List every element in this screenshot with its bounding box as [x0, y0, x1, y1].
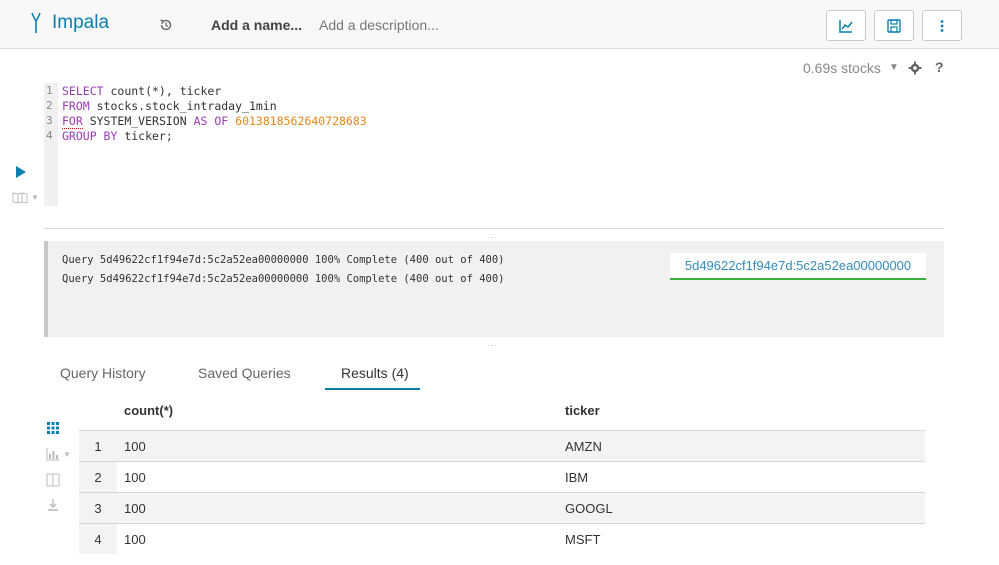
more-options-button[interactable]	[922, 10, 962, 41]
impala-logo-icon	[31, 12, 41, 33]
sql-keyword: SELECT	[62, 84, 104, 98]
download-icon[interactable]	[46, 498, 60, 512]
row-index: 3	[79, 493, 117, 523]
cell-ticker: GOOGL	[565, 500, 613, 516]
column-header-ticker[interactable]: ticker	[565, 403, 600, 418]
editor-header: Impala Add a name... Add a description..…	[0, 0, 999, 49]
sql-keyword: OF	[214, 114, 229, 128]
code-line[interactable]: SELECT count(*), ticker	[62, 84, 221, 98]
sql-text: count(*), ticker	[103, 84, 222, 98]
more-vertical-icon	[940, 19, 944, 32]
query-log-panel: Query 5d49622cf1f94e7d:5c2a52ea00000000 …	[44, 241, 944, 337]
history-icon[interactable]	[158, 17, 174, 33]
cell-count: 100	[124, 438, 146, 454]
row-index: 4	[79, 524, 117, 554]
cell-ticker: AMZN	[565, 438, 602, 454]
chart-icon	[839, 19, 853, 33]
app-name: Impala	[52, 12, 110, 33]
sql-text: ticker;	[117, 129, 173, 143]
column-header-count[interactable]: count(*)	[124, 403, 173, 418]
gear-icon[interactable]	[908, 61, 922, 75]
sql-text: SYSTEM_VERSION	[82, 114, 194, 128]
editor-divider	[44, 228, 944, 229]
query-id-link[interactable]: 5d49622cf1f94e7d:5c2a52ea00000000	[670, 253, 926, 280]
tab-results[interactable]: Results (4)	[341, 365, 409, 381]
code-line[interactable]: FOR SYSTEM_VERSION AS OF 601381856264072…	[62, 114, 367, 129]
code-line[interactable]: FROM stocks.stock_intraday_1min	[62, 99, 277, 113]
execution-info[interactable]: 0.69s stocks	[803, 60, 881, 76]
code-line[interactable]: GROUP BY ticker;	[62, 129, 173, 143]
sql-text: stocks.stock_intraday_1min	[89, 99, 277, 113]
sql-keyword: FOR	[62, 114, 83, 129]
tab-query-history[interactable]: Query History	[60, 365, 146, 381]
chevron-down-icon[interactable]: ▼	[31, 193, 39, 202]
line-number: 1	[46, 84, 53, 97]
cell-count: 100	[124, 469, 146, 485]
row-index: 2	[79, 462, 117, 492]
cell-count: 100	[124, 500, 146, 516]
book-icon[interactable]	[12, 192, 28, 204]
query-description-input[interactable]: Add a description...	[319, 17, 439, 33]
grid-icon[interactable]	[46, 421, 60, 435]
resize-handle[interactable]: ···	[487, 341, 498, 350]
sql-keyword: FROM	[62, 99, 90, 113]
sql-keyword: GROUP BY	[62, 129, 118, 143]
active-tab-indicator	[325, 388, 420, 390]
chevron-down-icon[interactable]: ▼	[889, 62, 899, 73]
save-button[interactable]	[874, 10, 914, 41]
tab-saved-queries[interactable]: Saved Queries	[198, 365, 291, 381]
row-index: 1	[79, 431, 117, 461]
table-row[interactable]: 2 100 IBM	[79, 461, 925, 492]
query-name-input[interactable]: Add a name...	[211, 17, 302, 33]
app-logo[interactable]: Impala	[30, 12, 109, 34]
table-row[interactable]: 3 100 GOOGL	[79, 492, 925, 523]
bar-chart-icon[interactable]	[46, 447, 60, 461]
table-row[interactable]: 1 100 AMZN	[79, 430, 925, 461]
cell-count: 100	[124, 531, 146, 547]
chevron-down-icon[interactable]: ▼	[63, 450, 71, 459]
save-icon	[887, 18, 901, 33]
cell-ticker: IBM	[565, 469, 589, 485]
line-number: 2	[46, 99, 53, 112]
help-icon[interactable]: ?	[935, 59, 944, 75]
table-row[interactable]: 4 100 MSFT	[79, 523, 925, 554]
log-line: Query 5d49622cf1f94e7d:5c2a52ea00000000 …	[62, 273, 505, 285]
log-line: Query 5d49622cf1f94e7d:5c2a52ea00000000 …	[62, 254, 505, 266]
line-number: 4	[46, 129, 53, 142]
cell-ticker: MSFT	[565, 531, 601, 547]
sql-number: 6013818562640728683	[235, 114, 367, 128]
line-number: 3	[46, 114, 53, 127]
sql-keyword: AS	[193, 114, 208, 128]
play-icon[interactable]	[15, 166, 27, 178]
columns-icon[interactable]	[46, 473, 60, 487]
chart-button[interactable]	[826, 10, 866, 41]
